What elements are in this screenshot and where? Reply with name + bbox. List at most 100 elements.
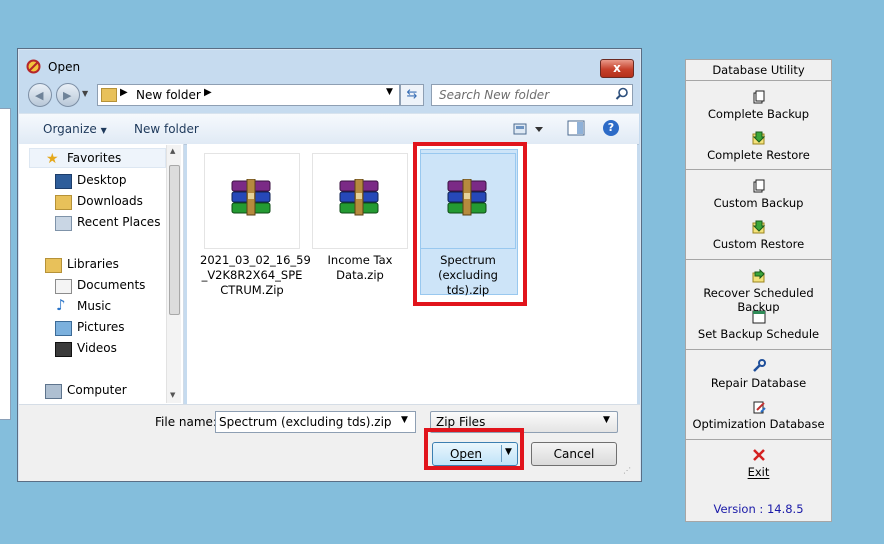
- nav-scrollbar-thumb[interactable]: [169, 165, 180, 315]
- nav-desktop-label: Desktop: [77, 173, 127, 187]
- documents-icon: [55, 279, 72, 294]
- close-icon: x: [613, 61, 621, 75]
- nav-downloads-label: Downloads: [77, 194, 143, 208]
- wrench-icon: [752, 359, 766, 372]
- desktop-icon: [55, 174, 72, 189]
- nav-pictures-label: Pictures: [77, 320, 125, 334]
- panel-title: Database Utility: [686, 60, 831, 81]
- custom-restore-label: Custom Restore: [712, 237, 805, 251]
- forward-arrow-icon: ▶: [63, 89, 72, 102]
- complete-backup-button[interactable]: Complete Backup: [686, 90, 831, 121]
- exit-label: Exit: [747, 465, 770, 479]
- cancel-button[interactable]: Cancel: [531, 442, 617, 466]
- libraries-icon: [45, 258, 62, 273]
- nav-videos-label: Videos: [77, 341, 117, 355]
- new-folder-button[interactable]: New folder: [134, 122, 199, 136]
- downloads-icon: [55, 195, 72, 210]
- repair-database-button[interactable]: Repair Database: [686, 359, 831, 390]
- file-name-label: File name:: [155, 415, 217, 429]
- file-item[interactable]: Income Tax Data.zip: [312, 153, 408, 301]
- file-name-input[interactable]: Spectrum (excluding tds).zip ▼: [215, 411, 416, 433]
- forward-button[interactable]: ▶: [56, 83, 80, 107]
- file-thumbnail: [312, 153, 408, 249]
- repair-database-label: Repair Database: [710, 376, 807, 390]
- music-icon: ♪: [56, 296, 66, 314]
- breadcrumb-chevron-icon[interactable]: ▶: [204, 87, 212, 98]
- back-button[interactable]: ◀: [28, 83, 52, 107]
- version-text: Version : 14.8.5: [713, 502, 804, 516]
- custom-group: Custom Backup Custom Restore: [686, 170, 831, 260]
- app-icon: [26, 59, 41, 74]
- nav-favorites[interactable]: ★ Favorites: [29, 148, 166, 168]
- background-window: [0, 108, 11, 420]
- refresh-button[interactable]: ⇆: [400, 84, 424, 106]
- recover-icon: [752, 269, 765, 283]
- search-icon[interactable]: [615, 87, 629, 101]
- custom-restore-button[interactable]: Custom Restore: [686, 220, 831, 251]
- file-name-line: Data.zip: [336, 268, 384, 282]
- complete-restore-button[interactable]: Complete Restore: [686, 131, 831, 162]
- file-name-line: Income Tax: [327, 253, 393, 267]
- complete-backup-label: Complete Backup: [707, 107, 810, 121]
- organize-label: Organize: [43, 122, 97, 136]
- recent-locations-dropdown-icon[interactable]: ▼: [82, 89, 88, 98]
- search-box[interactable]: Search New folder: [431, 84, 633, 106]
- nav-scrollbar[interactable]: ▲ ▼: [166, 145, 181, 403]
- organize-button[interactable]: Organize ▼: [43, 122, 107, 136]
- dialog-title: Open: [48, 60, 81, 74]
- complete-restore-label: Complete Restore: [707, 148, 810, 162]
- open-dialog: Open x ◀ ▶ ▼ ▶ New folder ▶ ▼ ⇆ Search N…: [17, 48, 642, 482]
- highlight-box-open: [424, 428, 524, 470]
- backup-icon: [753, 90, 764, 104]
- chevron-down-icon[interactable]: ▼: [401, 415, 408, 425]
- change-view-icon[interactable]: [513, 121, 547, 137]
- database-utility-panel: Database Utility Complete Backup Complet…: [685, 59, 832, 522]
- breadcrumb-chevron-icon[interactable]: ▶: [120, 87, 128, 98]
- custom-backup-button[interactable]: Custom Backup: [686, 179, 831, 210]
- set-backup-schedule-label: Set Backup Schedule: [697, 327, 820, 341]
- refresh-icon: ⇆: [406, 87, 418, 102]
- command-bar: Organize ▼ New folder ?: [19, 113, 639, 145]
- file-name-area: File name: Spectrum (excluding tds).zip …: [19, 404, 640, 481]
- chevron-down-icon: ▼: [100, 126, 107, 135]
- file-name-line: 2021_03_02_16_59: [200, 253, 311, 267]
- file-name-line: _V2K8R2X64_SPE: [201, 268, 303, 282]
- back-arrow-icon: ◀: [35, 89, 44, 102]
- scroll-down-icon[interactable]: ▼: [170, 391, 175, 399]
- chevron-down-icon: ▼: [603, 415, 610, 425]
- exit-button[interactable]: Exit: [686, 448, 831, 479]
- set-backup-schedule-button[interactable]: Set Backup Schedule: [686, 310, 831, 341]
- schedule-window-icon: [752, 310, 765, 324]
- file-name: 2021_03_02_16_59 _V2K8R2X64_SPE CTRUM.Zi…: [200, 253, 311, 298]
- close-button[interactable]: x: [600, 59, 634, 78]
- scroll-up-icon[interactable]: ▲: [170, 147, 175, 155]
- highlight-box-file: [413, 142, 527, 306]
- nav-libraries-label: Libraries: [67, 257, 119, 271]
- optimization-database-label: Optimization Database: [692, 417, 825, 431]
- folder-icon: [101, 88, 117, 102]
- file-type-value: Zip Files: [436, 415, 486, 429]
- file-item[interactable]: 2021_03_02_16_59 _V2K8R2X64_SPE CTRUM.Zi…: [200, 153, 311, 301]
- optimization-database-button[interactable]: Optimization Database: [686, 400, 831, 431]
- backup-icon: [753, 179, 764, 193]
- address-bar[interactable]: ▶ New folder ▶ ▼: [97, 84, 400, 106]
- title-bar[interactable]: Open x: [18, 49, 641, 79]
- address-dropdown-icon[interactable]: ▼: [386, 87, 393, 97]
- restore-icon: [752, 131, 765, 145]
- winrar-archive-icon: [231, 179, 271, 216]
- restore-icon: [752, 220, 765, 234]
- resize-grip-icon[interactable]: ⋰: [623, 466, 631, 475]
- file-name: Income Tax Data.zip: [308, 253, 412, 283]
- recover-scheduled-backup-button[interactable]: Recover Scheduled Backup: [686, 269, 831, 314]
- nav-music-label: Music: [77, 299, 112, 313]
- help-icon[interactable]: ?: [603, 120, 619, 136]
- schedule-group: Recover Scheduled Backup Set Backup Sche…: [686, 260, 831, 350]
- computer-icon: [45, 384, 62, 399]
- file-list: 2021_03_02_16_59 _V2K8R2X64_SPE CTRUM.Zi…: [187, 144, 637, 404]
- nav-computer-label: Computer: [67, 383, 127, 397]
- close-x-icon: [752, 449, 765, 461]
- backup-restore-group: Complete Backup Complete Restore: [686, 81, 831, 170]
- breadcrumb-new-folder[interactable]: New folder: [136, 88, 201, 102]
- nav-recent-places-label: Recent Places: [77, 215, 161, 229]
- preview-pane-icon[interactable]: [567, 120, 585, 136]
